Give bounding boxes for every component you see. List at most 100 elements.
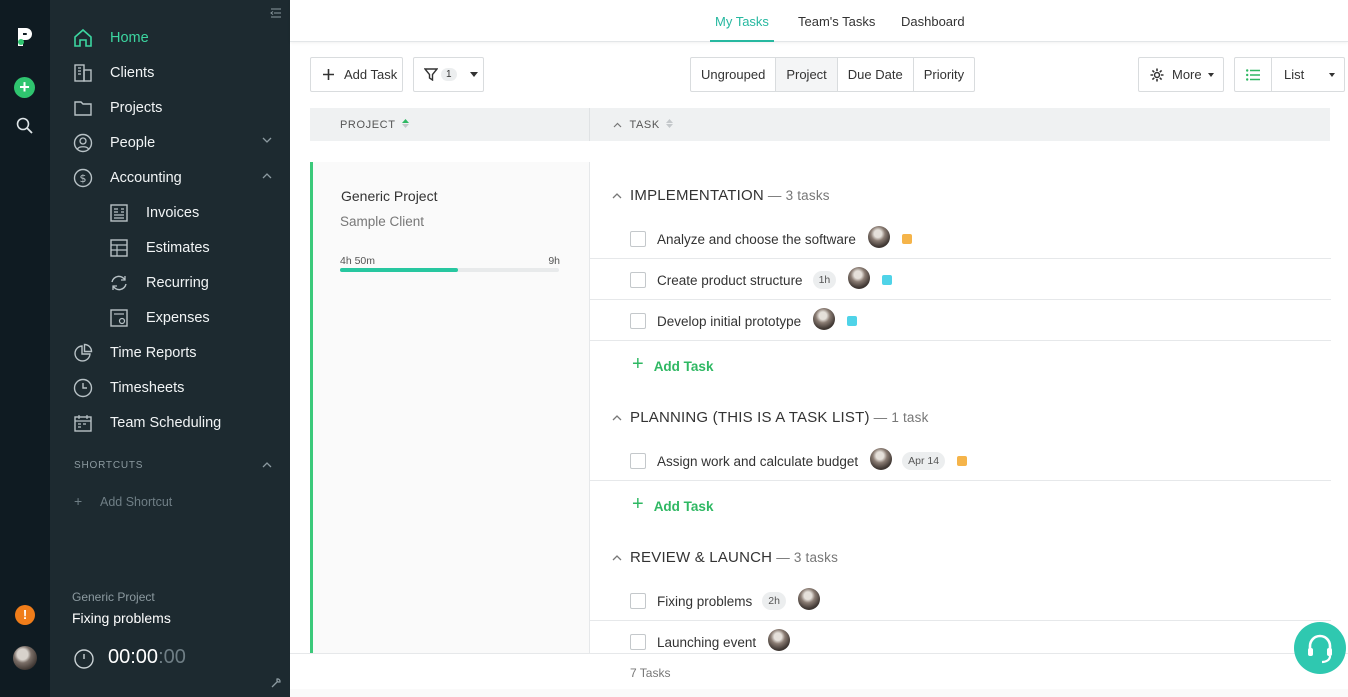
priority-flag: [847, 316, 858, 326]
assignee-avatar[interactable]: [768, 629, 791, 651]
task-name[interactable]: Create product structure: [657, 273, 803, 288]
top-tabs: My Tasks Team's Tasks Dashboard: [290, 0, 1348, 42]
task-checkbox[interactable]: [630, 231, 646, 247]
timer-start-icon[interactable]: [73, 648, 95, 670]
sidebar-item-label: Projects: [110, 99, 163, 116]
task-name[interactable]: Analyze and choose the software: [657, 232, 856, 247]
add-task-link[interactable]: + Add Task: [632, 353, 713, 376]
priority-flag: [882, 275, 893, 285]
wrench-icon[interactable]: [270, 677, 282, 689]
task-name[interactable]: Launching event: [657, 635, 756, 650]
group-priority-button[interactable]: Priority: [914, 58, 974, 91]
sidebar-item-label: Recurring: [146, 274, 209, 291]
view-dropdown[interactable]: List: [1272, 58, 1344, 91]
filter-count-badge: 1: [441, 68, 457, 81]
tab-teams-tasks[interactable]: Team's Tasks: [798, 14, 875, 42]
task-row[interactable]: Analyze and choose the software: [590, 218, 1331, 259]
project-card[interactable]: Generic Project Sample Client 4h 50m 9h: [310, 162, 590, 653]
task-checkbox[interactable]: [630, 593, 646, 609]
task-row[interactable]: Launching event: [590, 621, 1331, 653]
task-list-header[interactable]: PLANNING (THIS IS A TASK LIST) — 1 task: [612, 409, 929, 426]
chevron-up-icon[interactable]: [612, 554, 622, 561]
task-row[interactable]: Develop initial prototype: [590, 300, 1331, 341]
assignee-avatar[interactable]: [813, 308, 836, 330]
search-icon[interactable]: [15, 116, 35, 136]
progress-bar: [340, 268, 559, 272]
support-chat-button[interactable]: [1294, 622, 1346, 674]
sidebar-item-label: Team Scheduling: [110, 414, 222, 431]
more-button[interactable]: More: [1138, 57, 1224, 92]
caret-down-icon: [1329, 73, 1335, 77]
chevron-up-icon[interactable]: [612, 414, 622, 421]
task-list-header[interactable]: IMPLEMENTATION — 3 tasks: [612, 187, 830, 204]
chevron-up-icon[interactable]: [612, 192, 622, 199]
sidebar-item-recurring[interactable]: Recurring: [50, 265, 290, 300]
collapse-sidebar-icon[interactable]: [270, 7, 282, 19]
task-row[interactable]: Create product structure 1h: [590, 259, 1331, 300]
add-task-link[interactable]: + Add Task: [632, 493, 713, 516]
sidebar-item-label: Clients: [110, 64, 155, 81]
task-name[interactable]: Fixing problems: [657, 594, 752, 609]
priority-flag: [957, 456, 968, 466]
task-list-header[interactable]: REVIEW & LAUNCH — 3 tasks: [612, 549, 838, 566]
sidebar-item-invoices[interactable]: Invoices: [50, 195, 290, 230]
sidebar-item-team-scheduling[interactable]: Team Scheduling: [50, 405, 290, 440]
grouping-segmented-control: Ungrouped Project Due Date Priority: [690, 57, 976, 92]
sidebar-item-time-reports[interactable]: Time Reports: [50, 335, 290, 370]
caret-down-icon: [469, 72, 478, 77]
sidebar-item-people[interactable]: People: [50, 125, 290, 160]
sidebar-item-label: Home: [110, 29, 149, 46]
chevron-up-icon[interactable]: [262, 461, 272, 468]
shortcuts-heading: SHORTCUTS: [74, 460, 144, 471]
assignee-avatar[interactable]: [867, 226, 890, 248]
paymo-logo-icon[interactable]: [15, 26, 35, 48]
alert-icon[interactable]: !: [15, 605, 35, 625]
task-list: IMPLEMENTATION — 3 tasks Analyze and cho…: [590, 162, 1331, 653]
task-row[interactable]: Fixing problems 2h: [590, 580, 1331, 621]
user-icon: [73, 133, 93, 153]
add-shortcut-button[interactable]: + Add Shortcut: [74, 493, 172, 509]
assignee-avatar[interactable]: [870, 448, 893, 470]
sidebar-item-expenses[interactable]: Expenses: [50, 300, 290, 335]
assignee-avatar[interactable]: [797, 588, 820, 610]
add-task-button[interactable]: Add Task: [310, 57, 403, 92]
task-count: 7 Tasks: [630, 666, 671, 680]
time-estimate: 9h: [548, 255, 560, 267]
task-checkbox[interactable]: [630, 272, 646, 288]
list-view-button[interactable]: [1235, 58, 1272, 91]
project-name[interactable]: Generic Project: [341, 188, 437, 204]
task-checkbox[interactable]: [630, 634, 646, 650]
task-checkbox[interactable]: [630, 313, 646, 329]
sidebar-item-accounting[interactable]: $ Accounting: [50, 160, 290, 195]
chevron-up-icon[interactable]: [262, 172, 272, 179]
sidebar-item-estimates[interactable]: Estimates: [50, 230, 290, 265]
task-column-header[interactable]: TASK: [613, 119, 674, 131]
time-estimate-badge: 2h: [762, 592, 786, 610]
chevron-up-icon[interactable]: [613, 122, 622, 128]
chevron-down-icon[interactable]: [262, 137, 272, 144]
user-avatar[interactable]: [13, 646, 37, 670]
sidebar-item-label: Expenses: [146, 309, 210, 326]
plus-icon: +: [632, 493, 644, 515]
list-icon: [1246, 68, 1260, 81]
project-column-header[interactable]: PROJECT: [340, 119, 409, 131]
sidebar-item-projects[interactable]: Projects: [50, 90, 290, 125]
quick-add-button[interactable]: +: [14, 77, 35, 98]
task-footer: 7 Tasks: [290, 653, 1348, 689]
plus-icon: [323, 69, 334, 80]
task-name[interactable]: Develop initial prototype: [657, 314, 801, 329]
assignee-avatar[interactable]: [848, 267, 871, 289]
group-ungrouped-button[interactable]: Ungrouped: [691, 58, 777, 91]
filter-button[interactable]: 1: [413, 57, 484, 92]
sidebar-item-home[interactable]: Home: [50, 20, 290, 55]
tab-my-tasks[interactable]: My Tasks: [710, 14, 774, 42]
time-estimate-badge: 1h: [812, 271, 837, 289]
group-due-date-button[interactable]: Due Date: [838, 58, 914, 91]
task-checkbox[interactable]: [630, 453, 646, 469]
task-name[interactable]: Assign work and calculate budget: [657, 454, 858, 469]
sidebar-item-timesheets[interactable]: Timesheets: [50, 370, 290, 405]
tab-dashboard[interactable]: Dashboard: [901, 14, 965, 42]
sidebar-item-clients[interactable]: Clients: [50, 55, 290, 90]
task-row[interactable]: Assign work and calculate budget Apr 14: [590, 440, 1331, 481]
group-project-button[interactable]: Project: [776, 58, 838, 91]
